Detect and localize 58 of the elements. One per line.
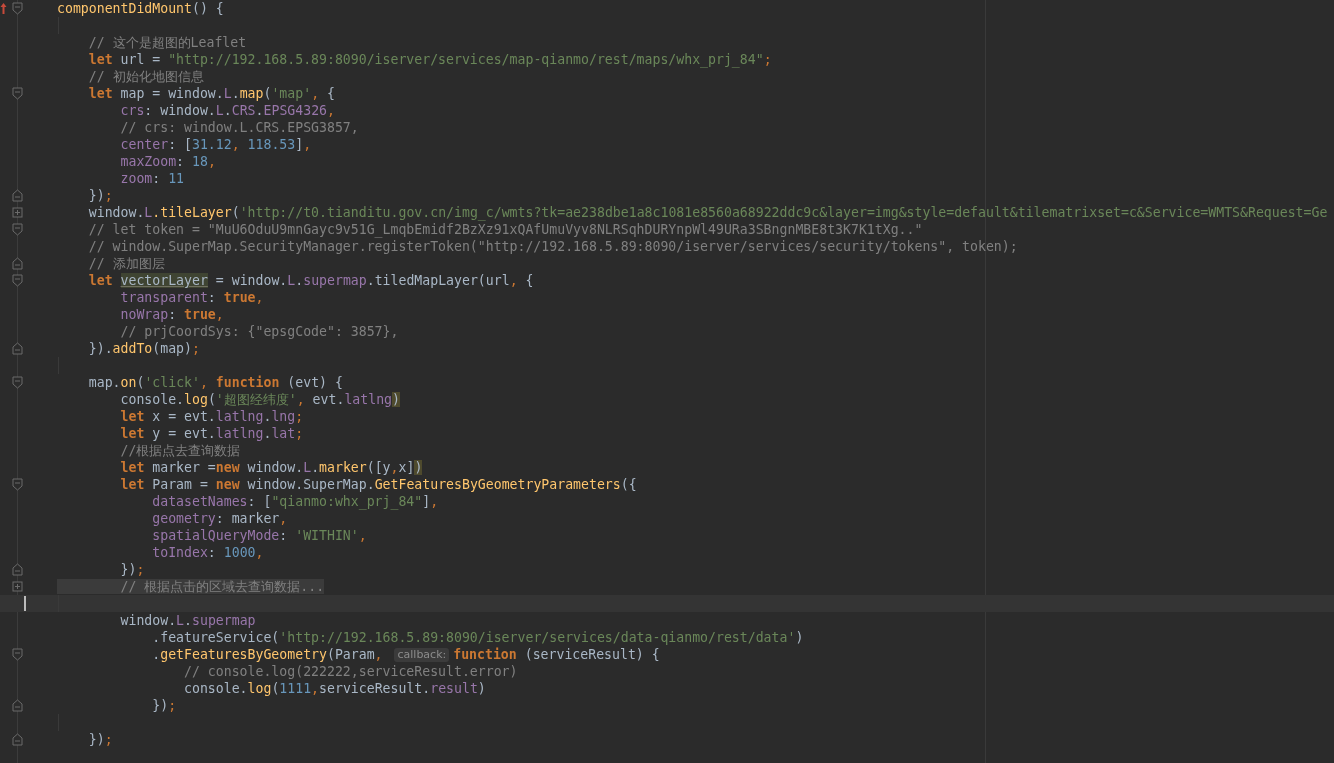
fold-icon[interactable]	[12, 2, 23, 15]
inlay-hint: callback:	[394, 647, 450, 662]
code-line: });	[87, 187, 113, 204]
code-line: });	[119, 561, 145, 578]
code-line: // console.log(222222,serviceResult.error)	[183, 663, 518, 680]
code-line: // 添加图层	[87, 255, 165, 272]
fold-end-icon[interactable]	[12, 257, 23, 270]
fold-end-icon[interactable]	[12, 189, 23, 202]
code-line: //根据点去查询数据	[119, 442, 241, 459]
code-line: window.L.supermap	[119, 612, 256, 629]
code-line: center: [31.12, 118.53],	[119, 136, 312, 153]
code-line: });	[151, 697, 177, 714]
fold-icon[interactable]	[12, 648, 23, 661]
code-line: let x = evt.latlng.lng;	[119, 408, 304, 425]
code-line: // prjCoordSys: {"epsgCode": 3857},	[119, 323, 399, 340]
fold-end-icon[interactable]	[12, 342, 23, 355]
code-line: }).addTo(map);	[87, 340, 200, 357]
code-line: geometry: marker,	[151, 510, 288, 527]
code-line: noWrap: true,	[119, 306, 224, 323]
code-line: crs: window.L.CRS.EPSG4326,	[119, 102, 335, 119]
code-line: componentDidMount() {	[57, 0, 224, 17]
code-line: let Param = new window.SuperMap.GetFeaturesByGeometryParameters({	[119, 476, 637, 493]
fold-icon[interactable]	[12, 376, 23, 389]
code-line: let url = "http://192.168.5.89:8090/iserver/services/map-qianmo/rest/maps/whx_prj_84";	[87, 51, 772, 68]
code-line: let y = evt.latlng.lat;	[119, 425, 304, 442]
fold-icon[interactable]	[12, 87, 23, 100]
code-line: datasetNames: ["qianmo:whx_prj_84"],	[151, 493, 439, 510]
override-arrow-icon[interactable]	[0, 2, 7, 15]
code-line: console.log(1111,serviceResult.result)	[183, 680, 486, 697]
code-line: window.L.tileLayer('http://t0.tianditu.gov.cn/img_c/wmts?tk=ae238dbe1a8c1081e8560a68922ddc9c&layer=img&style=default&tilematrixset=c&Service=WMTS&Request=Ge	[87, 204, 1328, 221]
code-line: toIndex: 1000,	[151, 544, 264, 561]
code-line: maxZoom: 18,	[119, 153, 216, 170]
code-line: // let token = "MuU6OduU9mnGayc9v51G_LmqbEmidf2BzXz91xQAfUmuVyv8NLRSqhDURYnpWl49URa3SBngnMBE8t3K7K1tXg.."	[87, 221, 923, 238]
code-line: let marker =new window.L.marker([y,x])	[119, 459, 423, 476]
text-caret	[24, 596, 26, 611]
code-line: // 这个是超图的Leaflet	[87, 34, 247, 51]
code-line: console.log('超图经纬度', evt.latlng)	[119, 391, 400, 408]
code-line: // window.SuperMap.SecurityManager.registerToken("http://192.168.5.89:8090/iserver/services/security/tokens", token);	[87, 238, 1018, 255]
code-line: map.on('click', function (evt) {	[87, 374, 343, 391]
fold-end-icon[interactable]	[12, 733, 23, 746]
code-line: spatialQueryMode: 'WITHIN',	[151, 527, 367, 544]
code-line: let map = window.L.map('map', {	[87, 85, 335, 102]
code-line: .featureService('http://192.168.5.89:8090/iserver/services/data-qianmo/rest/data')	[151, 629, 804, 646]
code-line: zoom: 11	[119, 170, 185, 187]
expand-icon[interactable]	[12, 206, 23, 219]
code-line: });	[87, 731, 113, 748]
fold-icon[interactable]	[12, 223, 23, 236]
code-line: function (serviceResult) {	[453, 646, 660, 663]
code-line: transparent: true,	[119, 289, 264, 306]
code-line: let vectorLayer = window.L.supermap.tiledMapLayer(url, {	[87, 272, 534, 289]
code-line: // crs: window.L.CRS.EPSG3857,	[119, 119, 359, 136]
code-line: .getFeaturesByGeometry(Param,	[151, 646, 384, 663]
fold-end-icon[interactable]	[12, 699, 23, 712]
expand-icon[interactable]	[12, 580, 23, 593]
fold-end-icon[interactable]	[12, 563, 23, 576]
fold-icon[interactable]	[12, 478, 23, 491]
fold-icon[interactable]	[12, 274, 23, 287]
code-line: // 初始化地图信息	[87, 68, 204, 85]
